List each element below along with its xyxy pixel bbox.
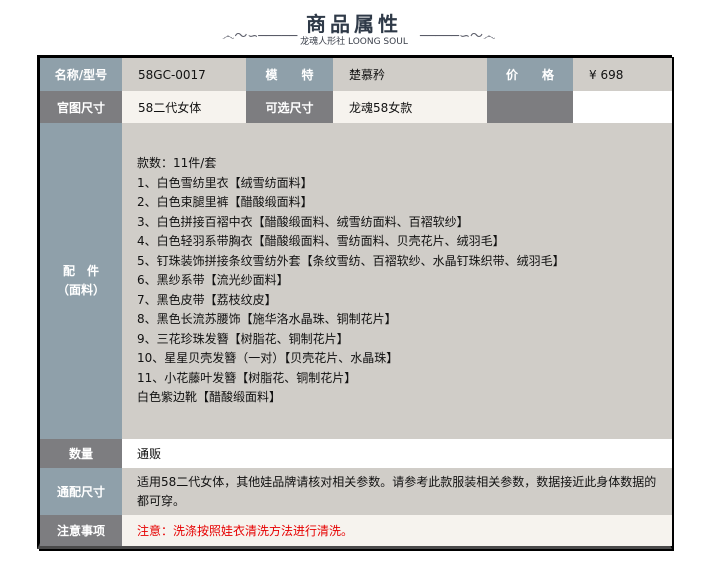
- header-subtitle: 龙魂人形社 LOONG SOUL: [300, 37, 408, 47]
- size-value: 58二代女体: [122, 91, 246, 123]
- parts-list-item: 9、三花珍珠发簪【树脂花、铜制花片】: [137, 331, 349, 346]
- model-label: 模 特: [246, 58, 333, 91]
- parts-list-item: 10、星星贝壳发簪（一对）【贝壳花片、水晶珠】: [137, 351, 399, 366]
- price-value: ¥ 698: [573, 58, 672, 91]
- model-value: 楚慕矜: [333, 58, 487, 91]
- notice-label: 注意事项: [40, 515, 122, 546]
- fit-value: 适用58二代女体，其他娃品牌请核对相关参数。请参考此款服装相关参数，数据接近此身…: [122, 468, 672, 515]
- parts-list-item: 2、白色束腿里裤【醋酸缎面料】: [137, 195, 313, 210]
- parts-list-item: 7、黑色皮带【荔枝纹皮】: [137, 292, 277, 307]
- header-title: 商品属性: [306, 12, 402, 36]
- parts-label: 配 件 （面料）: [40, 123, 122, 439]
- parts-list-item: 6、黑纱系带【流光纱面料】: [137, 273, 289, 288]
- parts-list-item: 款数：11件/套: [137, 156, 217, 171]
- parts-list-item: 白色紫边靴【醋酸缎面料】: [137, 390, 282, 405]
- optional-size-value: 龙魂58女款: [333, 91, 487, 123]
- quantity-label: 数量: [40, 439, 122, 468]
- notice-value: 注意：洗涤按照娃衣清洗方法进行清洗。: [122, 515, 672, 546]
- product-attributes-table: 名称/型号 58GC-0017 模 特 楚慕矜 价 格 ¥ 698 官图尺寸 5…: [37, 55, 672, 549]
- parts-label-text: 配 件: [62, 264, 99, 278]
- fit-label: 通配尺寸: [40, 468, 122, 515]
- parts-list: 款数：11件/套 1、白色雪纺里衣【绒雪纺面料】 2、白色束腿里裤【醋酸缎面料】 3、…: [122, 123, 672, 439]
- parts-sublabel: （面料）: [56, 283, 105, 297]
- parts-list-item: 5、钉珠装饰拼接条纹雪纺外套【条纹雪纺、百褶软纱、水晶钉珠织带、绒羽毛】: [137, 253, 565, 268]
- price-label: 价 格: [487, 58, 573, 91]
- size-label: 官图尺寸: [40, 91, 122, 123]
- name-label: 名称/型号: [40, 58, 122, 91]
- parts-list-item: 4、白色轻羽系带胸衣【醋酸缎面料、雪纺面料、贝壳花片、绒羽毛】: [137, 234, 505, 249]
- empty-value-cell: [573, 91, 672, 123]
- parts-list-item: 1、白色雪纺里衣【绒雪纺面料】: [137, 175, 313, 190]
- optional-size-label: 可选尺寸: [246, 91, 333, 123]
- parts-list-item: 11、小花藤叶发簪【树脂花、铜制花片】: [137, 370, 357, 385]
- parts-list-item: 8、黑色长流苏腰饰【施华洛水晶珠、铜制花片】: [137, 312, 397, 327]
- parts-list-item: 3、白色拼接百褶中衣【醋酸缎面料、绒雪纺面料、百褶软纱】: [137, 214, 469, 229]
- quantity-value: 通贩: [122, 439, 672, 468]
- name-value: 58GC-0017: [122, 58, 246, 91]
- empty-label-cell: [487, 91, 573, 123]
